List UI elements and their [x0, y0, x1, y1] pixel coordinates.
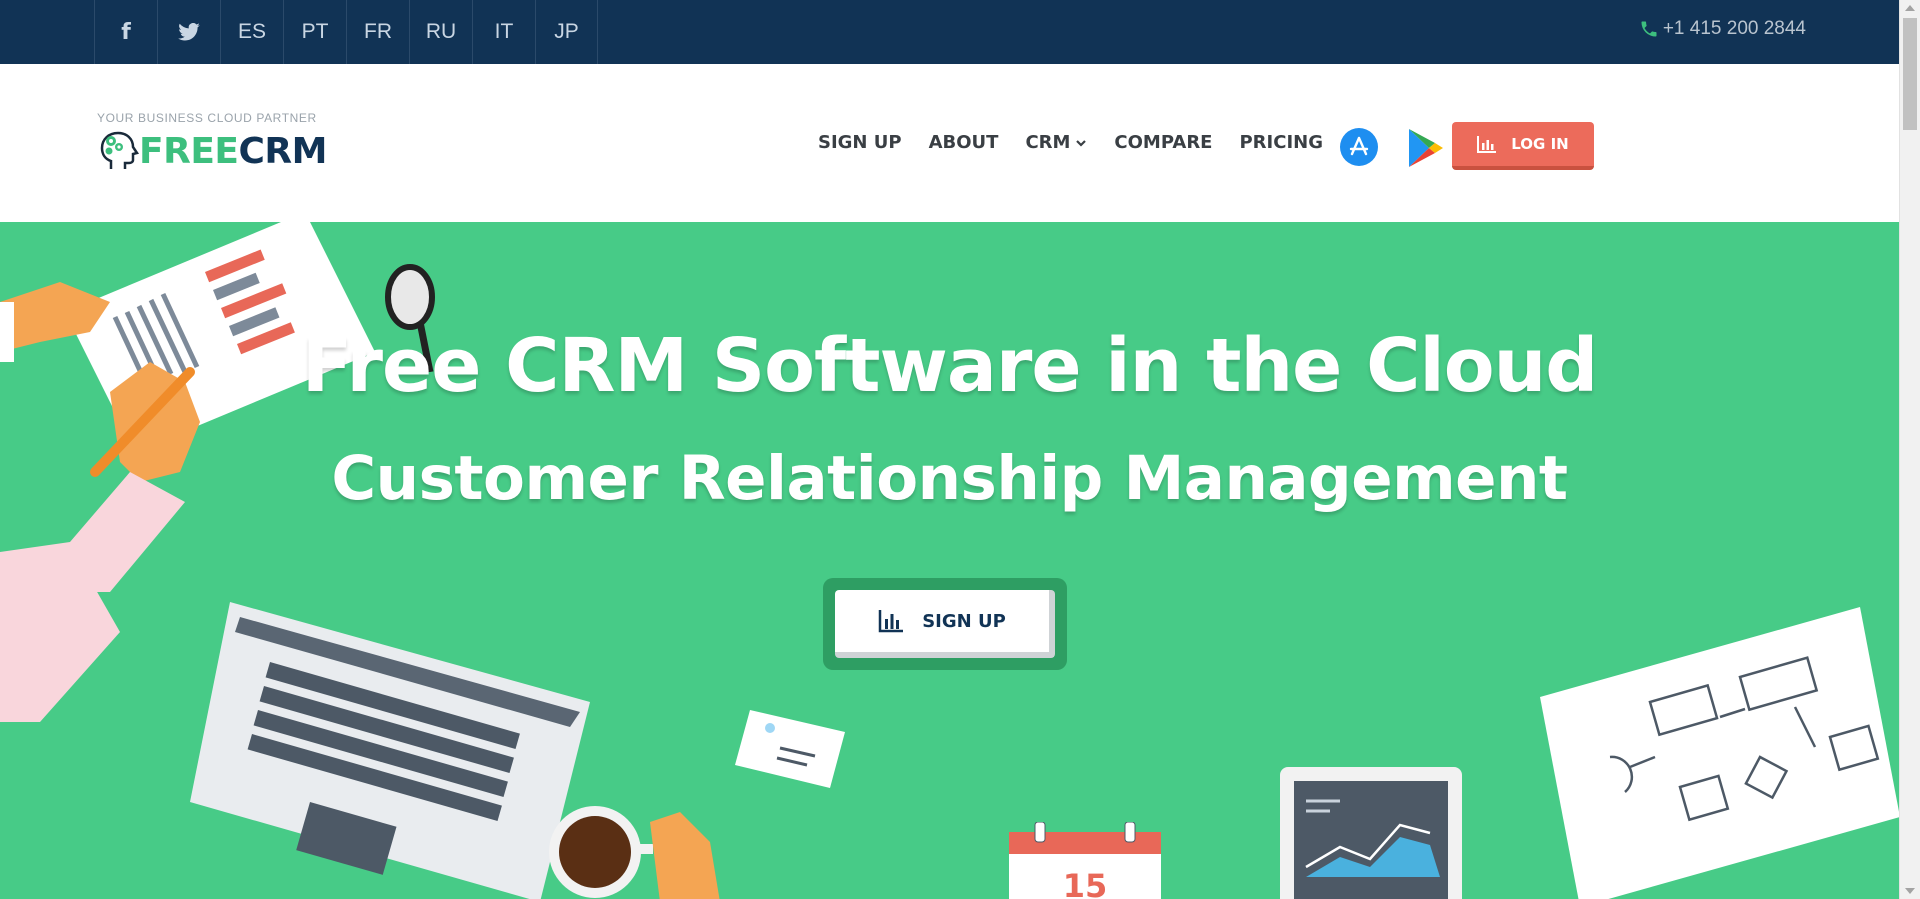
phone-number: +1 415 200 2844 — [1662, 18, 1806, 39]
phone-icon — [1641, 21, 1657, 37]
lang-fr-link[interactable]: FR — [346, 0, 409, 64]
lang-ru-label: RU — [425, 20, 457, 43]
lang-es-link[interactable]: ES — [220, 0, 283, 64]
logo-text-crm: CRM — [238, 130, 328, 172]
lang-ru-link[interactable]: RU — [409, 0, 472, 64]
chevron-down-icon — [1076, 139, 1087, 147]
nav-signup[interactable]: SIGN UP — [818, 132, 902, 153]
svg-text:15: 15 — [1063, 867, 1108, 899]
hero-title: Free CRM Software in the Cloud — [301, 323, 1599, 409]
calendar-illustration: 15 — [1009, 822, 1161, 899]
social-and-language-links: f ES PT FR RU IT JP — [94, 0, 598, 64]
hero-subtitle: Customer Relationship Management — [331, 443, 1568, 514]
main-nav: SIGN UP ABOUT CRM COMPARE PRICING — [818, 132, 1350, 153]
bar-chart-icon — [878, 610, 904, 633]
lang-jp-label: JP — [554, 20, 579, 43]
nav-crm-label: CRM — [1025, 132, 1071, 153]
facebook-link[interactable]: f — [94, 0, 157, 64]
business-card-illustration — [735, 710, 845, 788]
logo-brand: FREE CRM — [97, 129, 327, 173]
lang-it-link[interactable]: IT — [472, 0, 535, 64]
facebook-icon: f — [121, 19, 131, 45]
lang-jp-link[interactable]: JP — [535, 0, 598, 64]
lang-es-label: ES — [237, 20, 266, 43]
coffee-cup-illustration — [549, 806, 653, 898]
right-hand-illustration — [650, 812, 720, 899]
flowchart-paper-illustration — [1540, 607, 1899, 899]
lang-pt-link[interactable]: PT — [283, 0, 346, 64]
app-store-link[interactable] — [1340, 128, 1378, 166]
tablet-chart-illustration — [1280, 767, 1462, 899]
twitter-icon — [178, 23, 200, 41]
hero-section: 15 Free CRM Software in the Cloud Custom… — [0, 222, 1899, 899]
bar-chart-icon — [1477, 136, 1497, 153]
phone-link[interactable]: +1 415 200 2844 — [1639, 18, 1806, 40]
nav-pricing[interactable]: PRICING — [1239, 132, 1323, 153]
site-header: YOUR BUSINESS CLOUD PARTNER FREE CRM SIGN… — [0, 64, 1899, 222]
hero-signup-button[interactable]: SIGN UP — [835, 590, 1055, 658]
site-logo[interactable]: YOUR BUSINESS CLOUD PARTNER FREE CRM — [97, 111, 327, 173]
hero-signup-label: SIGN UP — [922, 610, 1006, 632]
lang-it-label: IT — [494, 20, 514, 43]
app-store-icon — [1349, 136, 1369, 156]
lang-pt-label: PT — [301, 20, 329, 43]
scrollbar-thumb[interactable] — [1903, 18, 1917, 130]
top-bar: f ES PT FR RU IT JP +1 415 200 2844 — [0, 0, 1899, 64]
login-label: LOG IN — [1511, 135, 1569, 153]
nav-compare[interactable]: COMPARE — [1114, 132, 1212, 153]
head-gears-icon — [100, 131, 139, 169]
google-play-icon[interactable] — [1405, 127, 1445, 169]
twitter-link[interactable] — [157, 0, 220, 64]
login-button[interactable]: LOG IN — [1452, 122, 1594, 170]
logo-text-free: FREE — [139, 130, 239, 172]
nav-about[interactable]: ABOUT — [929, 132, 999, 153]
logo-tagline: YOUR BUSINESS CLOUD PARTNER — [97, 111, 317, 125]
left-arm-illustration — [0, 562, 120, 722]
lang-fr-label: FR — [364, 20, 392, 43]
vertical-scrollbar[interactable] — [1899, 0, 1920, 899]
scroll-down-arrow-icon[interactable] — [1905, 888, 1915, 894]
hero-signup-wrapper: SIGN UP — [823, 578, 1067, 670]
scroll-up-arrow-icon[interactable] — [1905, 5, 1915, 11]
nav-crm-dropdown[interactable]: CRM — [1025, 132, 1087, 153]
